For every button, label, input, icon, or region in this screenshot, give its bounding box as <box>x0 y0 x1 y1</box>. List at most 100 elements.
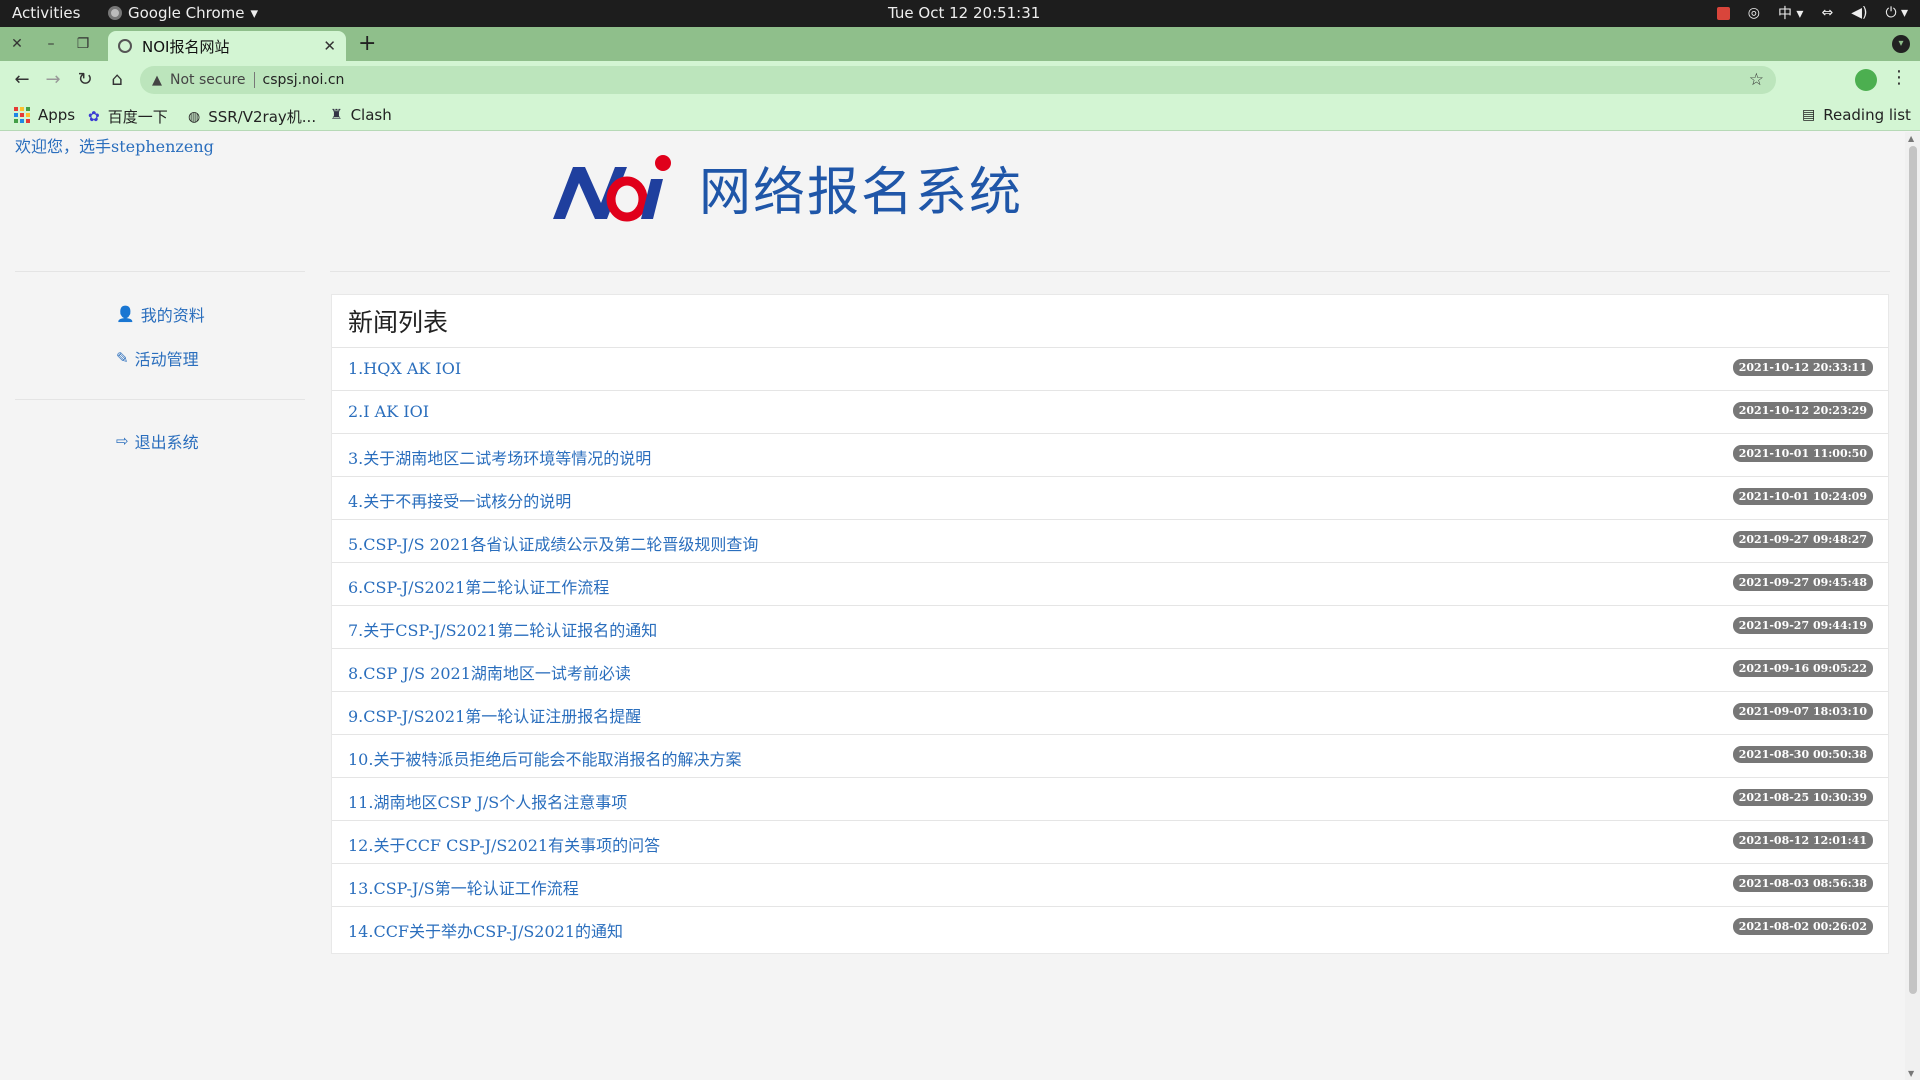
list-item: 10.关于被特派员拒绝后可能会不能取消报名的解决方案 2021-08-30 00:… <box>332 734 1888 777</box>
list-item: 8.CSP J/S 2021湖南地区一试考前必读 2021-09-16 09:05… <box>332 648 1888 691</box>
date-badge: 2021-08-02 00:26:02 <box>1732 918 1873 935</box>
user-icon: 👤 <box>116 305 135 323</box>
page-content: 欢迎您，选手stephenzeng 网络报名系统 👤 我的资料 ✎ 活动管理 ⇨… <box>0 132 1905 1080</box>
chrome-icon <box>108 6 122 20</box>
address-bar[interactable]: ▲ Not secure cspsj.noi.cn ☆ <box>140 66 1776 94</box>
news-list: 1.HQX AK IOI 2021-10-12 20:33:11 2.I AK I… <box>332 347 1888 949</box>
tray-app-icon[interactable] <box>1716 6 1730 20</box>
scrollbar-thumb[interactable] <box>1909 146 1917 994</box>
scroll-up-icon[interactable]: ▲ <box>1908 134 1914 143</box>
bookmarks-bar: Apps ✿ 百度一下 ◍ SSR/V2ray机... ♜ Clash ▤ Re… <box>0 99 1920 131</box>
scroll-down-icon[interactable]: ▼ <box>1908 1069 1914 1078</box>
bookmark-clash[interactable]: ♜ Clash <box>330 106 392 124</box>
apps-grid-icon <box>14 107 30 123</box>
news-link[interactable]: 7.关于CSP-J/S2021第二轮认证报名的通知 <box>348 617 657 641</box>
activities-button[interactable]: Activities <box>12 4 80 22</box>
date-badge: 2021-10-12 20:33:11 <box>1732 359 1873 376</box>
date-badge: 2021-10-12 20:23:29 <box>1732 402 1873 419</box>
news-link[interactable]: 13.CSP-J/S第一轮认证工作流程 <box>348 875 579 899</box>
news-link[interactable]: 14.CCF关于举办CSP-J/S2021的通知 <box>348 918 623 942</box>
news-link[interactable]: 1.HQX AK IOI <box>348 359 461 378</box>
close-window-icon[interactable]: ✕ <box>6 33 28 55</box>
list-item: 6.CSP-J/S2021第二轮认证工作流程 2021-09-27 09:45:4… <box>332 562 1888 605</box>
home-icon[interactable]: ⌂ <box>105 68 129 92</box>
bookmark-label: 百度一下 <box>107 108 168 126</box>
tab-close-icon[interactable]: ✕ <box>323 37 336 55</box>
url-text[interactable]: cspsj.noi.cn <box>263 72 345 88</box>
bookmark-ssr[interactable]: ◍ SSR/V2ray机... <box>188 106 316 127</box>
list-item: 7.关于CSP-J/S2021第二轮认证报名的通知 2021-09-27 09:4… <box>332 605 1888 648</box>
app-menu[interactable]: Google Chrome ▾ <box>108 4 258 22</box>
minimize-window-icon[interactable]: – <box>40 33 62 55</box>
volume-icon[interactable]: ◀) <box>1851 5 1867 21</box>
cat-icon: ♜ <box>330 107 343 123</box>
news-link[interactable]: 5.CSP-J/S 2021各省认证成绩公示及第二轮晋级规则查询 <box>348 531 758 555</box>
logout-icon: ⇨ <box>116 432 129 450</box>
date-badge: 2021-10-01 10:24:09 <box>1732 488 1873 505</box>
tab-title: NOI报名网站 <box>142 37 230 56</box>
security-label[interactable]: Not secure <box>170 72 246 88</box>
bookmark-baidu[interactable]: ✿ 百度一下 <box>88 106 168 127</box>
news-link[interactable]: 6.CSP-J/S2021第二轮认证工作流程 <box>348 574 609 598</box>
network-icon[interactable]: ⇔ <box>1821 5 1833 21</box>
date-badge: 2021-08-12 12:01:41 <box>1732 832 1873 849</box>
extension-icon[interactable] <box>1855 69 1877 91</box>
input-method-indicator[interactable]: 中 ▾ <box>1778 3 1803 23</box>
reload-icon[interactable]: ↻ <box>73 68 97 92</box>
browser-tab[interactable]: NOI报名网站 ✕ <box>108 31 346 61</box>
sidebar-item-logout[interactable]: ⇨ 退出系统 <box>116 429 199 453</box>
sidebar-item-activities[interactable]: ✎ 活动管理 <box>116 346 199 370</box>
power-icon[interactable]: ⏻ ▾ <box>1885 5 1908 21</box>
divider <box>253 72 255 88</box>
list-item: 4.关于不再接受一试核分的说明 2021-10-01 10:24:09 <box>332 476 1888 519</box>
forward-icon[interactable]: → <box>41 68 65 92</box>
news-link[interactable]: 11.湖南地区CSP J/S个人报名注意事项 <box>348 789 627 813</box>
reading-list-button[interactable]: ▤ Reading list <box>1802 106 1911 124</box>
kebab-menu-icon[interactable]: ⋮ <box>1890 67 1908 88</box>
reading-list-icon: ▤ <box>1802 107 1816 123</box>
list-item: 5.CSP-J/S 2021各省认证成绩公示及第二轮晋级规则查询 2021-09-… <box>332 519 1888 562</box>
os-top-bar: Activities Google Chrome ▾ Tue Oct 12 20… <box>0 0 1920 27</box>
list-item: 9.CSP-J/S2021第一轮认证注册报名提醒 2021-09-07 18:03… <box>332 691 1888 734</box>
news-link[interactable]: 8.CSP J/S 2021湖南地区一试考前必读 <box>348 660 631 684</box>
sidebar-item-label: 退出系统 <box>134 433 199 452</box>
list-item: 2.I AK IOI 2021-10-12 20:23:29 <box>332 390 1888 433</box>
globe-icon: ◍ <box>188 108 201 125</box>
system-tray[interactable]: ◎ 中 ▾ ⇔ ◀) ⏻ ▾ <box>1716 3 1908 23</box>
date-badge: 2021-09-07 18:03:10 <box>1732 703 1873 720</box>
bookmark-label: SSR/V2ray机... <box>208 108 317 126</box>
site-title: 网络报名系统 <box>699 163 1024 223</box>
welcome-text: 欢迎您，选手stephenzeng <box>15 137 214 156</box>
page-scrollbar[interactable]: ▲ ▼ <box>1905 132 1920 1080</box>
warning-icon[interactable]: ▲ <box>152 73 162 88</box>
edit-icon: ✎ <box>116 349 129 367</box>
app-name: Google Chrome <box>128 4 245 22</box>
bookmark-apps[interactable]: Apps <box>14 106 75 124</box>
new-tab-button[interactable]: + <box>358 31 376 56</box>
check-circle-icon[interactable]: ◎ <box>1748 5 1760 21</box>
news-link[interactable]: 4.关于不再接受一试核分的说明 <box>348 488 571 512</box>
noi-logo <box>545 153 675 223</box>
date-badge: 2021-10-01 11:00:50 <box>1732 445 1873 462</box>
date-badge: 2021-08-03 08:56:38 <box>1732 875 1873 892</box>
tab-search-icon[interactable]: ▾ <box>1892 35 1910 53</box>
date-badge: 2021-09-27 09:45:48 <box>1732 574 1873 591</box>
clock[interactable]: Tue Oct 12 20:51:31 <box>888 4 1040 22</box>
reading-list-label: Reading list <box>1823 106 1911 124</box>
list-item: 14.CCF关于举办CSP-J/S2021的通知 2021-08-02 00:26… <box>332 906 1888 949</box>
news-link[interactable]: 2.I AK IOI <box>348 402 429 421</box>
date-badge: 2021-09-16 09:05:22 <box>1732 660 1873 677</box>
date-badge: 2021-09-27 09:48:27 <box>1732 531 1873 548</box>
news-link[interactable]: 10.关于被特派员拒绝后可能会不能取消报名的解决方案 <box>348 746 741 770</box>
news-panel: 新闻列表 1.HQX AK IOI 2021-10-12 20:33:11 2.I… <box>331 294 1889 954</box>
bookmark-star-icon[interactable]: ☆ <box>1749 70 1764 90</box>
news-link[interactable]: 9.CSP-J/S2021第一轮认证注册报名提醒 <box>348 703 641 727</box>
sidebar-item-profile[interactable]: 👤 我的资料 <box>116 302 205 326</box>
noi-logo-graphic <box>553 154 671 221</box>
news-link[interactable]: 12.关于CCF CSP-J/S2021有关事项的问答 <box>348 832 660 856</box>
back-icon[interactable]: ← <box>10 68 34 92</box>
restore-window-icon[interactable]: ❐ <box>72 33 94 55</box>
tab-strip: ✕ – ❐ NOI报名网站 ✕ + ▾ <box>0 27 1920 61</box>
news-link[interactable]: 3.关于湖南地区二试考场环境等情况的说明 <box>348 445 651 469</box>
list-item: 12.关于CCF CSP-J/S2021有关事项的问答 2021-08-12 12… <box>332 820 1888 863</box>
